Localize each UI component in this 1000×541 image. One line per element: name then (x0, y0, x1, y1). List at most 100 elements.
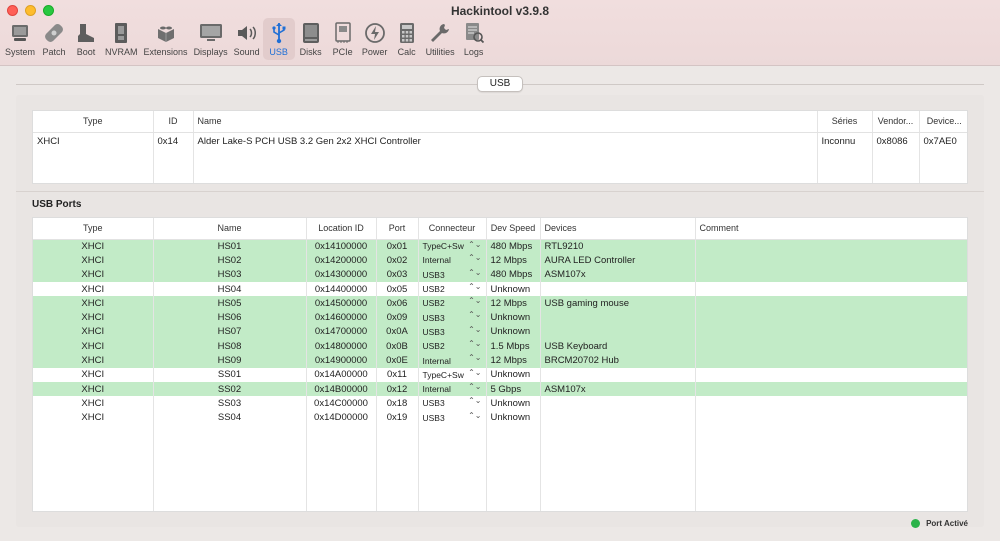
port-port-cell: 0x06 (376, 296, 419, 311)
port-location-cell: 0x14D00000 (306, 410, 377, 425)
ports-header[interactable]: Connecteur (418, 218, 487, 240)
toolbar-patch-button[interactable]: Patch (38, 18, 70, 60)
port-row-hs03[interactable]: XHCI HS03 0x14300000 0x03 USB3 ⌃⌄ 480 Mbps ASM1… (33, 267, 967, 282)
chevron-updown-icon: ⌃⌄ (468, 339, 482, 349)
port-row-hs09[interactable]: XHCI HS09 0x14900000 0x0E Internal ⌃⌄ 12 Mbps B… (33, 353, 967, 368)
connector-select[interactable]: USB2 ⌃⌄ (418, 296, 487, 311)
toolbar-disks-button[interactable]: Disks (295, 18, 327, 60)
ports-header[interactable]: Type (33, 218, 154, 240)
window-title: Hackintool v3.9.8 (450, 4, 550, 18)
port-comment-cell[interactable] (695, 239, 967, 254)
port-name-cell: SS03 (153, 396, 307, 411)
controller-row[interactable]: XHCI 0x14 Alder Lake-S PCH USB 3.2 Gen 2x2… (33, 132, 967, 183)
controllers-header[interactable]: Vendor... (872, 111, 920, 133)
port-row-hs01[interactable]: XHCI HS01 0x14100000 0x01 TypeC+Sw ⌃⌄ 480 Mbps… (33, 239, 967, 254)
ports-header[interactable]: Comment (695, 218, 967, 240)
connector-select[interactable]: USB3 ⌃⌄ (418, 410, 487, 425)
toolbar-logs-button[interactable]: Logs (458, 18, 490, 60)
ports-header[interactable]: Name (153, 218, 307, 240)
usb-segment-button[interactable]: USB (476, 76, 524, 92)
port-type-cell: XHCI (33, 239, 154, 254)
toolbar-extensions-button[interactable]: Extensions (141, 18, 191, 60)
connector-value: USB3 (422, 412, 445, 423)
port-name-cell: HS08 (153, 339, 307, 354)
connector-select[interactable]: TypeC+Sw ⌃⌄ (418, 239, 487, 254)
connector-select[interactable]: USB2 ⌃⌄ (418, 339, 487, 354)
ports-header[interactable]: Dev Speed (486, 218, 541, 240)
chip-icon (108, 21, 134, 45)
port-row-hs08[interactable]: XHCI HS08 0x14800000 0x0B USB2 ⌃⌄ 1.5 Mbps USB … (33, 339, 967, 354)
connector-select[interactable]: TypeC+Sw ⌃⌄ (418, 367, 487, 382)
port-comment-cell[interactable] (695, 353, 967, 368)
port-speed-cell: 12 Mbps (486, 353, 541, 368)
toolbar-label: Patch (42, 47, 66, 57)
controller-cell: Inconnu (817, 132, 873, 183)
toolbar-system-button[interactable]: System (2, 18, 38, 60)
toolbar-usb-button[interactable]: USB (262, 18, 295, 60)
toolbar-calc-button[interactable]: Calc (391, 18, 423, 60)
port-location-cell: 0x14100000 (306, 239, 377, 254)
toolbar-boot-button[interactable]: Boot (70, 18, 102, 60)
chevron-updown-icon: ⌃⌄ (468, 267, 482, 277)
toolbar-power-button[interactable]: Power (359, 18, 391, 60)
chevron-updown-icon: ⌃⌄ (468, 410, 482, 420)
port-row-hs05[interactable]: XHCI HS05 0x14500000 0x06 USB2 ⌃⌄ 12 Mbps USB g… (33, 296, 967, 311)
port-speed-cell: 12 Mbps (486, 296, 541, 311)
port-row-hs07[interactable]: XHCI HS07 0x14700000 0x0A USB3 ⌃⌄ Unknown (33, 324, 967, 340)
port-row-ss03[interactable]: XHCI SS03 0x14C00000 0x18 USB3 ⌃⌄ Unknown (33, 396, 967, 411)
port-speed-cell: Unknown (486, 410, 541, 425)
toolbar-displays-button[interactable]: Displays (191, 18, 231, 60)
display-icon (198, 21, 224, 45)
connector-select[interactable]: USB3 ⌃⌄ (418, 310, 487, 325)
toolbar-nvram-button[interactable]: NVRAM (102, 18, 141, 60)
connector-select[interactable]: Internal ⌃⌄ (418, 353, 487, 368)
toolbar-sound-button[interactable]: Sound (231, 18, 263, 60)
controllers-header[interactable]: Device... (919, 111, 967, 133)
port-port-cell: 0x0B (376, 339, 419, 354)
port-row-hs02[interactable]: XHCI HS02 0x14200000 0x02 Internal ⌃⌄ 12 Mbps A… (33, 253, 967, 268)
connector-select[interactable]: Internal ⌃⌄ (418, 381, 487, 397)
port-row-hs06[interactable]: XHCI HS06 0x14600000 0x09 USB3 ⌃⌄ Unknown (33, 310, 967, 325)
connector-select[interactable]: USB2 ⌃⌄ (418, 281, 487, 297)
port-row-hs04[interactable]: XHCI HS04 0x14400000 0x05 USB2 ⌃⌄ Unknown (33, 281, 967, 297)
controllers-header[interactable]: Name (193, 111, 818, 133)
port-comment-cell[interactable] (695, 368, 967, 382)
ports-header[interactable]: Port (376, 218, 419, 240)
ports-header[interactable]: Location ID (306, 218, 377, 240)
connector-select[interactable]: Internal ⌃⌄ (418, 253, 487, 268)
empty-cell (540, 424, 696, 511)
ports-header[interactable]: Devices (540, 218, 696, 240)
port-comment-cell[interactable] (695, 253, 967, 268)
section-divider (16, 191, 984, 192)
port-device-cell (540, 324, 696, 340)
port-comment-cell[interactable] (695, 296, 967, 311)
controllers-header[interactable]: Séries (817, 111, 873, 133)
port-row-ss04[interactable]: XHCI SS04 0x14D00000 0x19 USB3 ⌃⌄ Unknown (33, 410, 967, 425)
port-comment-cell[interactable] (695, 339, 967, 354)
connector-value: USB3 (422, 269, 445, 280)
port-name-cell: HS09 (153, 353, 307, 368)
boot-icon (73, 21, 99, 45)
port-comment-cell[interactable] (695, 310, 967, 325)
port-comment-cell[interactable] (695, 282, 967, 296)
connector-select[interactable]: USB3 ⌃⌄ (418, 267, 487, 282)
port-device-cell: USB gaming mouse (540, 296, 696, 311)
port-location-cell: 0x14C00000 (306, 396, 377, 411)
chevron-updown-icon: ⌃⌄ (468, 296, 482, 306)
port-comment-cell[interactable] (695, 267, 967, 282)
usb-ports-table: Type Name Location ID Port Connecteur Dev Spe… (32, 217, 968, 512)
toolbar-pcie-button[interactable]: PCIe (327, 18, 359, 60)
connector-select[interactable]: USB3 ⌃⌄ (418, 396, 487, 411)
port-comment-cell[interactable] (695, 381, 967, 397)
port-row-ss01[interactable]: XHCI SS01 0x14A00000 0x11 TypeC+Sw ⌃⌄ Unknown (33, 367, 967, 382)
port-device-cell (540, 281, 696, 297)
port-speed-cell: Unknown (486, 281, 541, 297)
port-comment-cell[interactable] (695, 396, 967, 410)
controllers-header[interactable]: ID (153, 111, 194, 133)
controllers-header[interactable]: Type (33, 111, 154, 133)
port-row-ss02[interactable]: XHCI SS02 0x14B00000 0x12 Internal ⌃⌄ 5 Gbps AS… (33, 381, 967, 397)
port-comment-cell[interactable] (695, 411, 967, 425)
toolbar-utilities-button[interactable]: Utilities (423, 18, 458, 60)
port-comment-cell[interactable] (695, 324, 967, 340)
connector-select[interactable]: USB3 ⌃⌄ (418, 324, 487, 340)
